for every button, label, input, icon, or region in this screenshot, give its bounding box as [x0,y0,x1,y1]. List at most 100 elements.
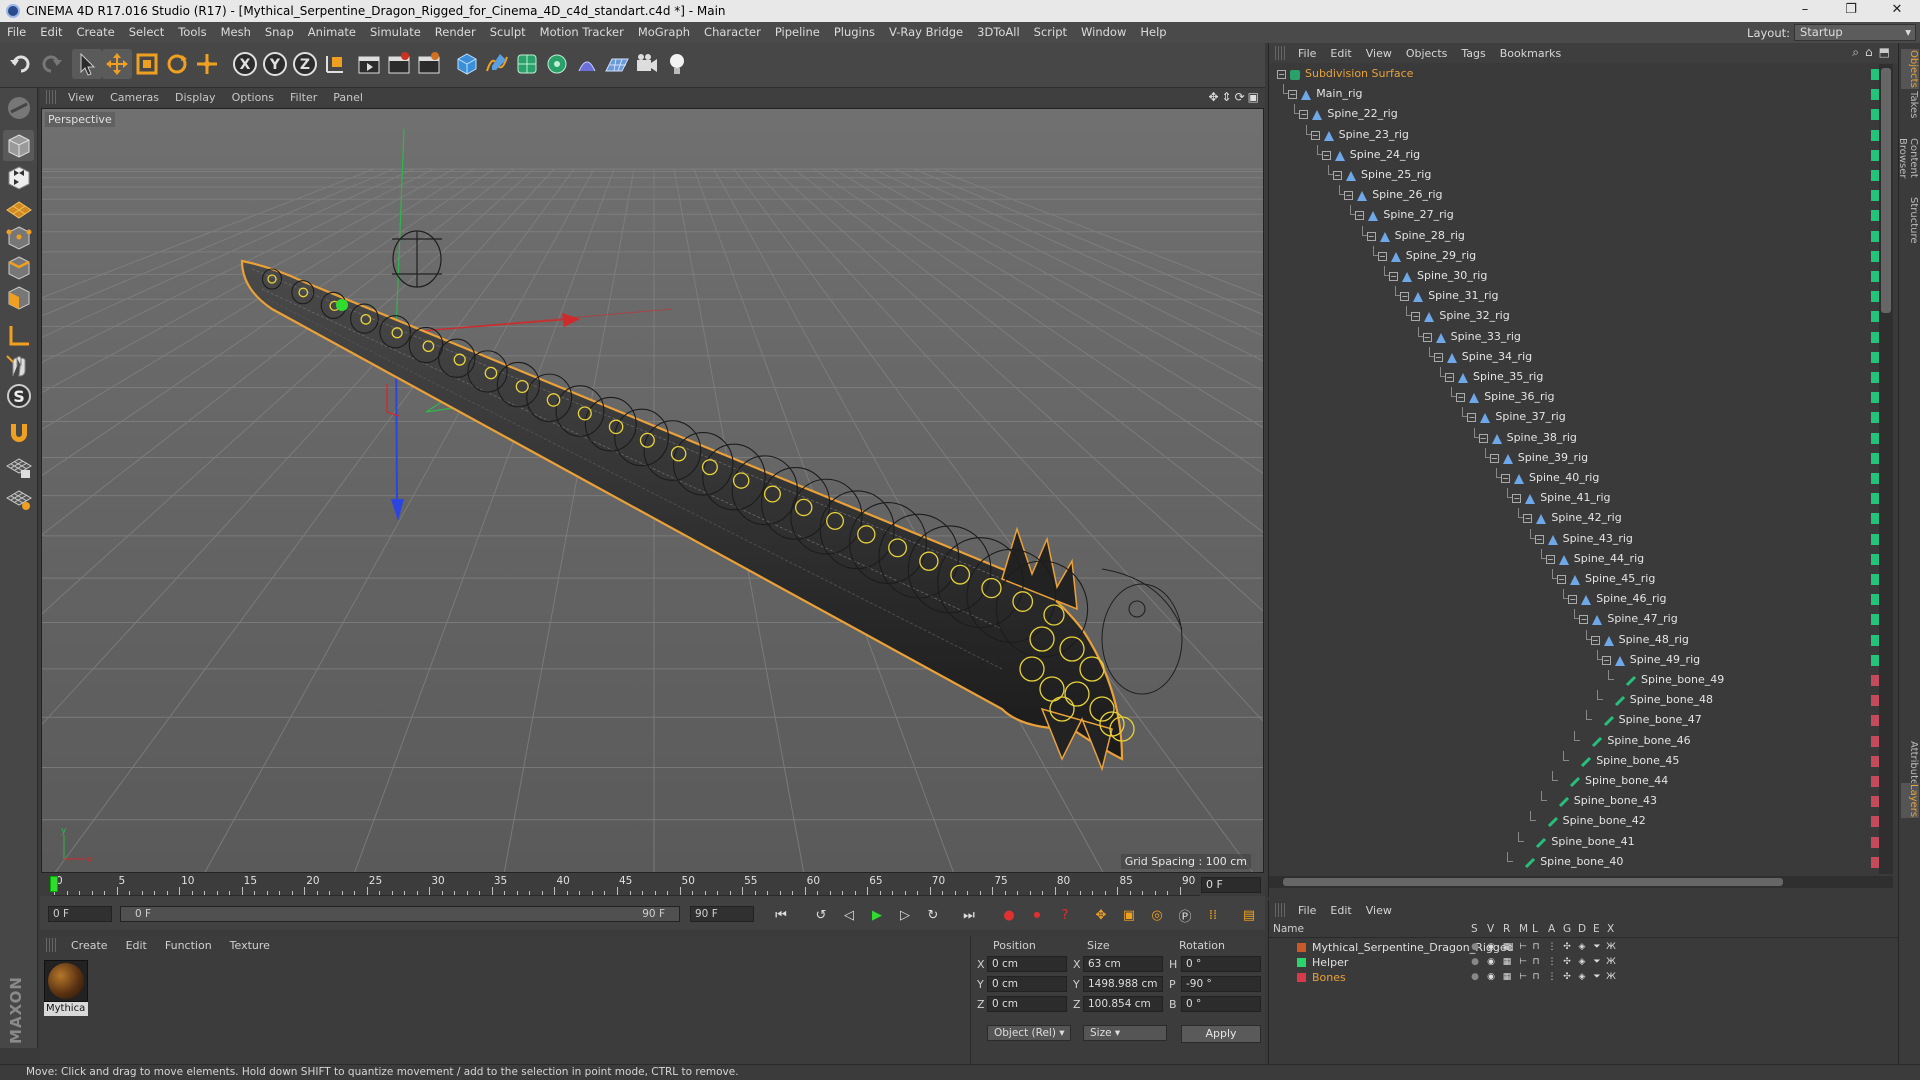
expand-toggle-icon[interactable]: − [1400,292,1410,302]
menu-window[interactable]: Window [1074,22,1133,43]
viewport-menu-display[interactable]: Display [167,91,224,104]
next-frame-button[interactable]: ▷ [894,904,916,926]
preview-range-slider[interactable]: 0 F 90 F [120,906,680,922]
position-y-field[interactable]: 0 cm [987,976,1067,992]
object-menu-bookmarks[interactable]: Bookmarks [1493,47,1568,60]
spline-pen-button[interactable] [482,49,512,79]
object-row-spine-22-rig[interactable]: − Spine_22_rig [1269,104,1879,124]
layer-generators-icon[interactable]: ✣ [1561,971,1573,983]
expand-toggle-icon[interactable]: − [1512,494,1522,504]
make-editable-button[interactable] [3,92,34,123]
keyframe-selection-button[interactable]: ? [1054,904,1076,926]
workplane-mode-button[interactable] [3,192,34,223]
object-tree-vscrollbar[interactable] [1879,64,1893,874]
go-to-end-button[interactable]: ⏭ [958,904,980,926]
layer-manager-icon[interactable]: ⊢ [1517,941,1529,953]
expand-toggle-icon[interactable]: − [1545,554,1555,564]
object-row-spine-35-rig[interactable]: − Spine_35_rig [1269,367,1879,387]
material-menu-function[interactable]: Function [156,939,221,952]
start-frame-field[interactable]: 0 F [48,906,112,922]
object-row-spine-25-rig[interactable]: − Spine_25_rig [1269,165,1879,185]
layer-column-r[interactable]: R [1503,923,1510,935]
material-thumbnail[interactable] [44,960,88,1002]
object-menu-objects[interactable]: Objects [1399,47,1455,60]
record-parameter-button[interactable]: Ⓟ [1174,904,1196,926]
layer-locked-icon[interactable]: ⊓ [1530,956,1542,968]
object-row-spine-33-rig[interactable]: − Spine_33_rig [1269,326,1879,347]
record-position-button[interactable]: ✥ [1090,904,1112,926]
expand-toggle-icon[interactable]: − [1534,534,1544,544]
menu-3dtoall[interactable]: 3DToAll [970,22,1027,43]
object-row-spine-44-rig[interactable]: − Spine_44_rig [1269,548,1879,569]
object-menu-view[interactable]: View [1359,47,1399,60]
end-frame-field[interactable]: 90 F [690,906,754,922]
object-row-spine-bone-48[interactable]: Spine_bone_48 [1269,690,1879,710]
current-frame-field[interactable]: 0 F [1201,877,1261,893]
layer-locked-icon[interactable]: ⊓ [1530,941,1542,953]
menu-plugins[interactable]: Plugins [827,22,882,43]
object-row-spine-24-rig[interactable]: − Spine_24_rig [1269,144,1879,165]
floor-button[interactable] [602,49,632,79]
expand-toggle-icon[interactable]: − [1344,191,1354,201]
expand-toggle-icon[interactable]: − [1579,615,1589,625]
rotate-tool-button[interactable] [162,49,192,79]
layer-generators-icon[interactable]: ✣ [1561,941,1573,953]
layer-manager-icon[interactable]: ⊢ [1517,971,1529,983]
expand-toggle-icon[interactable]: − [1590,635,1600,645]
record-rotation-button[interactable]: ◎ [1146,904,1168,926]
perspective-viewport[interactable]: y x Perspective Grid Spacing : 100 cm [41,108,1264,873]
layer-animation-icon[interactable]: ⋮ [1546,956,1558,968]
deformer-button[interactable] [572,49,602,79]
object-row-spine-41-rig[interactable]: − Spine_41_rig [1269,488,1879,508]
layer-column-s[interactable]: S [1471,923,1478,935]
recent-tools-button[interactable] [192,49,222,79]
snap-button[interactable]: S [3,380,34,411]
menu-file[interactable]: File [0,22,33,43]
go-to-next-key-button[interactable]: ↻ [922,904,944,926]
object-row-spine-28-rig[interactable]: − Spine_28_rig [1269,225,1879,246]
object-row-spine-27-rig[interactable]: − Spine_27_rig [1269,205,1879,225]
object-row-spine-42-rig[interactable]: − Spine_42_rig [1269,508,1879,528]
object-row-spine-bone-45[interactable]: Spine_bone_45 [1269,750,1879,771]
side-tab-layers[interactable]: Layers [1901,783,1919,818]
viewport-menu-filter[interactable]: Filter [282,91,325,104]
layer-color-swatch[interactable] [1297,958,1306,967]
rotation-b-field[interactable]: 0 ° [1181,996,1261,1012]
new-window-icon[interactable]: ⬒ [1879,45,1890,60]
object-row-spine-bone-44[interactable]: Spine_bone_44 [1269,771,1879,791]
object-row-spine-30-rig[interactable]: − Spine_30_rig [1269,266,1879,286]
size-mode-dropdown[interactable]: Size ▾ [1083,1025,1167,1041]
layer-column-g[interactable]: G [1563,923,1571,935]
layer-generators-icon[interactable]: ✣ [1561,956,1573,968]
edges-mode-button[interactable] [3,252,34,283]
scrollbar-thumb[interactable] [1881,68,1891,313]
side-tab-structure[interactable]: Structure [1901,195,1919,245]
menu-mograph[interactable]: MoGraph [631,22,697,43]
layer-menu-edit[interactable]: Edit [1323,904,1358,917]
side-tab-content-browser[interactable]: Content Browser [1897,123,1919,193]
menu-select[interactable]: Select [122,22,171,43]
model-mode-button[interactable] [3,130,34,161]
layer-deformers-icon[interactable]: ◈ [1576,941,1588,953]
menu-v-ray-bridge[interactable]: V-Ray Bridge [882,22,970,43]
menu-script[interactable]: Script [1027,22,1074,43]
side-tab-attributes[interactable]: Attributes [1901,741,1919,790]
layer-view-icon[interactable]: ◉ [1485,956,1497,968]
layer-render-icon[interactable]: ▦ [1501,971,1513,983]
object-row-spine-bone-42[interactable]: Spine_bone_42 [1269,811,1879,831]
expand-toggle-icon[interactable]: − [1557,575,1566,584]
layer-menu-view[interactable]: View [1359,904,1399,917]
y-axis-lock-button[interactable]: Y [260,49,290,79]
layer-row-bones[interactable]: Bones ● ◉ ▦ ⊢ ⊓ ⋮ ✣ ◈ ⏷ Ж [1269,970,1899,985]
side-tab-takes[interactable]: Takes [1901,91,1919,119]
expand-toggle-icon[interactable]: − [1377,251,1387,261]
magnet-tool-button[interactable] [3,416,34,447]
layer-deformers-icon[interactable]: ◈ [1576,956,1588,968]
undo-button[interactable] [6,49,36,79]
cube-object-button[interactable] [452,49,482,79]
home-icon[interactable]: ⌂ [1865,45,1873,60]
layer-deformers-icon[interactable]: ◈ [1576,971,1588,983]
menu-help[interactable]: Help [1133,22,1173,43]
layer-expressions-icon[interactable]: ⏷ [1591,941,1603,953]
expand-toggle-icon[interactable]: − [1422,332,1432,342]
